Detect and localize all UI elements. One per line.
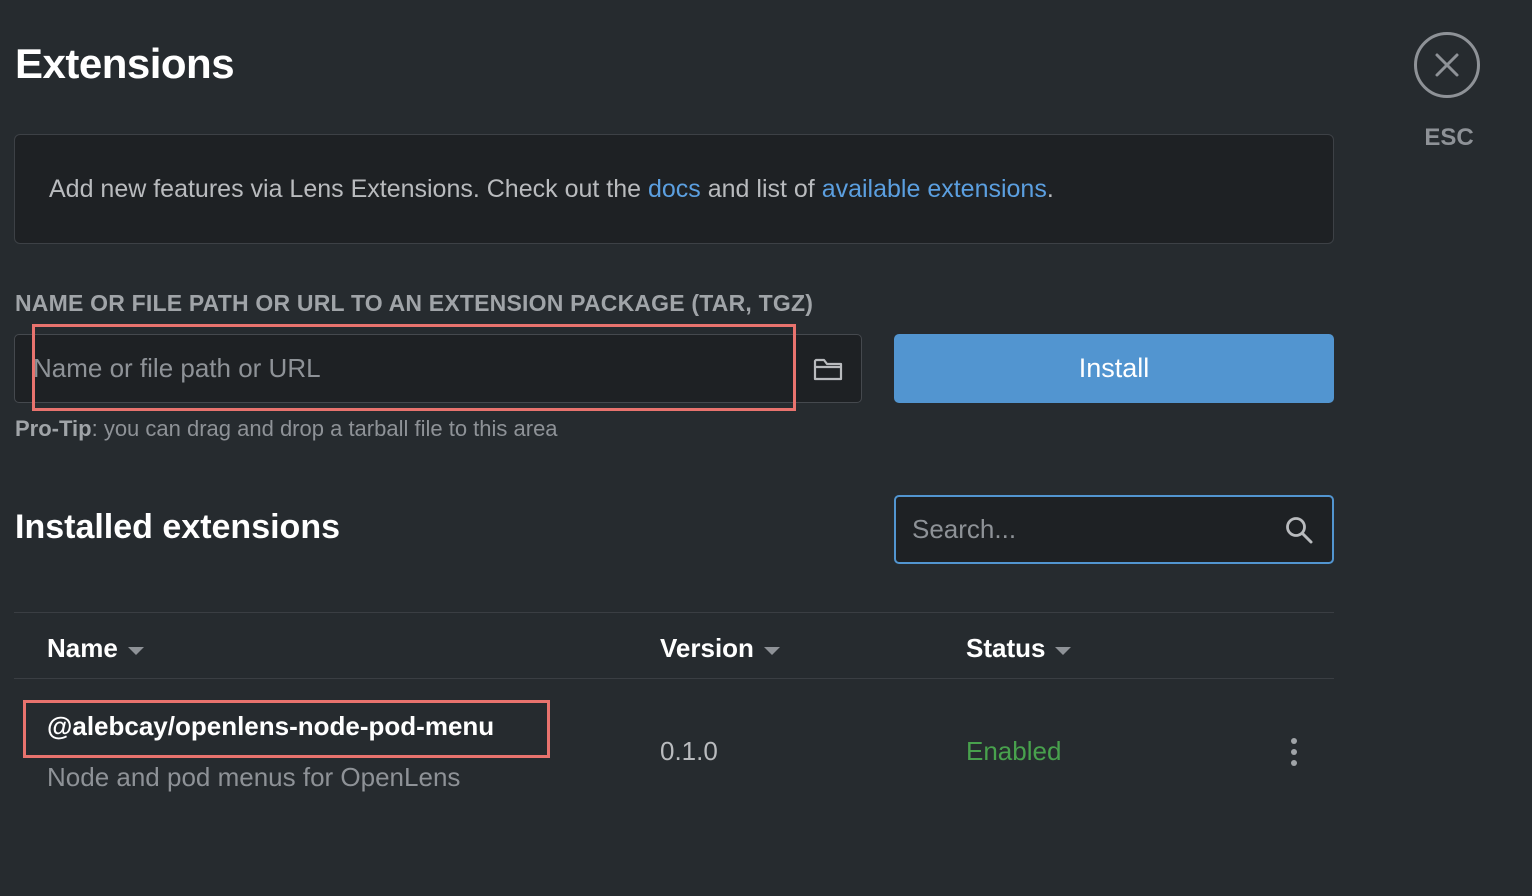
- close-icon: [1435, 53, 1459, 77]
- column-header-status-label: Status: [966, 633, 1046, 663]
- protip-body: : you can drag and drop a tarball file t…: [91, 416, 558, 441]
- search-field: [894, 495, 1334, 564]
- info-text-middle: and list of: [700, 174, 822, 203]
- info-text-before: Add new features via Lens Extensions. Ch…: [49, 174, 648, 203]
- available-extensions-link[interactable]: available extensions: [822, 175, 1047, 203]
- sort-caret-icon: [1055, 646, 1072, 655]
- folder-icon[interactable]: [813, 355, 843, 383]
- extensions-page: Extensions ESC Add new features via Lens…: [0, 0, 1532, 896]
- page-title: Extensions: [15, 40, 235, 87]
- extension-status: Enabled: [966, 736, 1062, 766]
- extension-package-label: NAME OR FILE PATH OR URL TO AN EXTENSION…: [15, 290, 814, 316]
- search-icon: [1286, 517, 1313, 544]
- extension-name: @alebcay/openlens-node-pod-menu: [47, 711, 495, 741]
- sort-caret-icon: [763, 646, 780, 655]
- protip-text: Pro-Tip: you can drag and drop a tarball…: [15, 416, 558, 442]
- table-top-divider: [14, 612, 1334, 613]
- info-text-after: .: [1046, 174, 1054, 203]
- protip-bold: Pro-Tip: [15, 416, 92, 441]
- extension-path-input[interactable]: [33, 335, 793, 402]
- close-button[interactable]: [1414, 32, 1480, 98]
- esc-label: ESC: [1424, 124, 1474, 151]
- column-header-name[interactable]: Name: [47, 633, 144, 664]
- info-banner: Add new features via Lens Extensions. Ch…: [14, 134, 1334, 244]
- extension-version: 0.1.0: [660, 736, 718, 766]
- docs-link[interactable]: docs: [648, 175, 701, 203]
- column-header-name-label: Name: [47, 633, 118, 663]
- column-header-version-label: Version: [660, 633, 754, 663]
- install-button[interactable]: Install: [894, 334, 1334, 403]
- table-header-divider: [14, 678, 1334, 679]
- extension-path-field: [14, 334, 862, 403]
- sort-caret-icon: [127, 646, 144, 655]
- installed-extensions-title: Installed extensions: [15, 508, 340, 546]
- extension-description: Node and pod menus for OpenLens: [47, 762, 461, 792]
- more-vertical-icon[interactable]: [1280, 734, 1308, 770]
- search-input[interactable]: [912, 497, 1272, 562]
- column-header-status[interactable]: Status: [966, 633, 1072, 664]
- column-header-version[interactable]: Version: [660, 633, 780, 664]
